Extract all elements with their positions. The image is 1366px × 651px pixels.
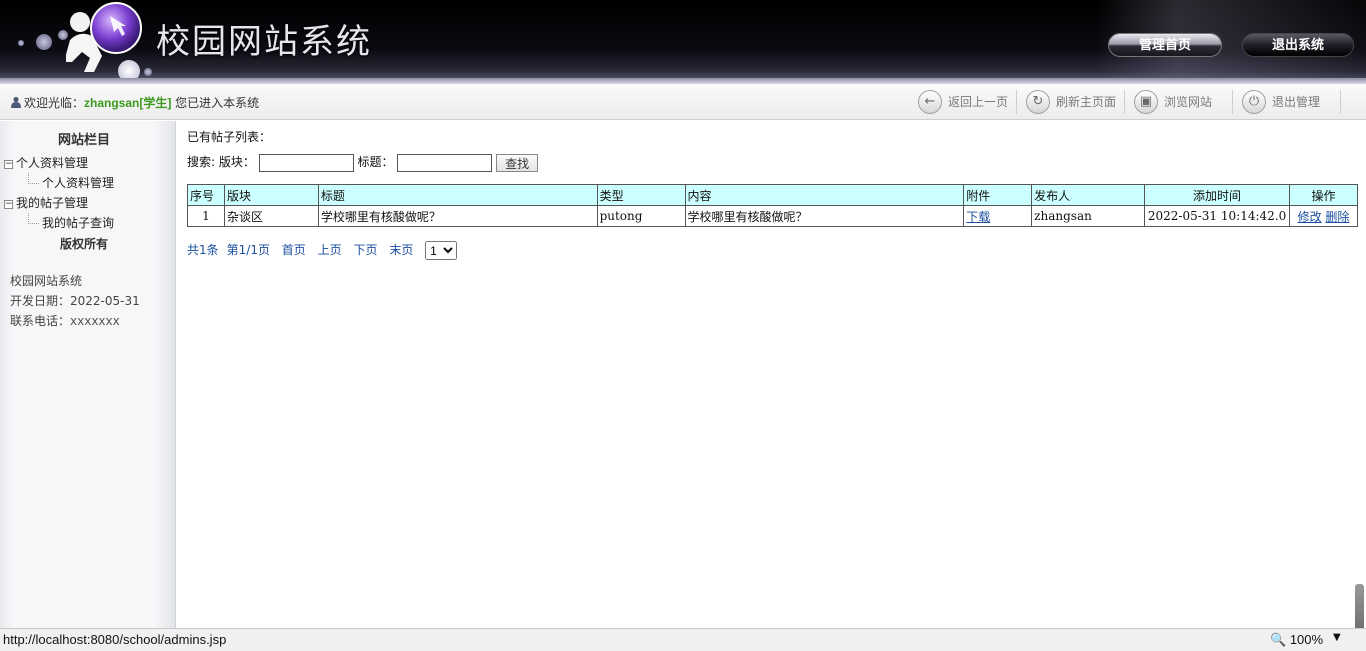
pager-page-info: 第1/1页 bbox=[226, 243, 270, 257]
cell-section: 杂谈区 bbox=[223, 205, 319, 227]
table-header-row: 序号 版块 标题 类型 内容 附件 发布人 添加时间 操作 bbox=[187, 184, 1358, 206]
zoom-value: 100% bbox=[1289, 632, 1324, 647]
power-icon: ⏻ bbox=[1242, 90, 1266, 114]
col-header-index: 序号 bbox=[187, 184, 225, 206]
col-header-attachment: 附件 bbox=[963, 184, 1033, 206]
cell-attachment: 下载 bbox=[963, 205, 1033, 227]
pager-total: 共1条 bbox=[187, 243, 219, 257]
cell-actions: 修改 删除 bbox=[1289, 205, 1358, 227]
arrow-left-icon: ← bbox=[918, 90, 942, 114]
search-button[interactable]: 查找 bbox=[496, 153, 539, 172]
table-row: 1 杂谈区 学校哪里有核酸做呢？ putong 学校哪里有核酸做呢？ 下载 zh… bbox=[187, 205, 1358, 227]
divider bbox=[1124, 90, 1125, 114]
sidebar-item-label[interactable]: 个人资料管理 bbox=[42, 176, 114, 190]
collapse-icon[interactable]: − bbox=[4, 200, 13, 209]
logo-icon bbox=[66, 2, 142, 72]
refresh-label: 刷新主页面 bbox=[1056, 95, 1117, 109]
current-user: zhangsan[学生] bbox=[84, 96, 172, 110]
search-section-label: 搜索: 版块： bbox=[187, 155, 255, 169]
page-title: 已有帖子列表： bbox=[187, 130, 272, 144]
sidebar-title: 网站栏目 bbox=[57, 133, 110, 148]
tree-group-posts[interactable]: − 我的帖子管理 bbox=[4, 193, 114, 213]
search-form: 搜索: 版块： 标题： 查找 bbox=[187, 153, 539, 172]
col-header-type: 类型 bbox=[596, 184, 686, 206]
col-header-actions: 操作 bbox=[1289, 184, 1358, 206]
phone-row: 联系电话：xxxxxxx bbox=[10, 311, 140, 331]
copyright-title: 版权所有 bbox=[59, 237, 108, 251]
tree-group-label[interactable]: 个人资料管理 bbox=[16, 156, 88, 170]
divider bbox=[1340, 90, 1341, 114]
welcome-prefix: 欢迎光临： bbox=[24, 96, 85, 110]
browse-label: 浏览网站 bbox=[1164, 95, 1213, 109]
sidebar-item-label[interactable]: 我的帖子查询 bbox=[42, 216, 114, 230]
pager-last-link[interactable]: 末页 bbox=[389, 243, 413, 257]
phone-label: 联系电话： bbox=[10, 314, 71, 328]
col-header-content: 内容 bbox=[684, 184, 965, 206]
posts-table: 序号 版块 标题 类型 内容 附件 发布人 添加时间 操作 1 杂谈区 学校哪里… bbox=[187, 184, 1358, 227]
sidebar: 网站栏目 − 个人资料管理 个人资料管理 − 我的帖子管理 我的帖子查询 版权所有 … bbox=[0, 121, 176, 628]
nav-tree: − 个人资料管理 个人资料管理 − 我的帖子管理 我的帖子查询 bbox=[4, 153, 114, 233]
download-link[interactable]: 下载 bbox=[966, 210, 990, 224]
col-header-section: 版块 bbox=[223, 184, 319, 206]
site-header: 校园网站系统 管理首页 退出系统 bbox=[0, 0, 1366, 84]
cell-index: 1 bbox=[187, 205, 225, 227]
chevron-down-icon[interactable]: ▼ bbox=[1333, 632, 1341, 643]
cell-title: 学校哪里有核酸做呢？ bbox=[317, 205, 598, 227]
toolbar: 欢迎光临：zhangsan[学生] 您已进入本系统 ← 返回上一页 ↻ 刷新主页… bbox=[0, 84, 1366, 120]
pagination: 共1条 第1/1页 首页 上页 下页 末页 1 bbox=[187, 241, 458, 260]
admin-home-button[interactable]: 管理首页 bbox=[1108, 33, 1222, 57]
system-name: 校园网站系统 bbox=[10, 274, 83, 288]
dev-date-label: 开发日期： bbox=[10, 294, 71, 308]
dev-date-row: 开发日期：2022-05-31 bbox=[10, 291, 140, 311]
cell-author: zhangsan bbox=[1031, 205, 1146, 227]
col-header-time: 添加时间 bbox=[1144, 184, 1291, 206]
welcome-suffix: 您已进入本系统 bbox=[171, 96, 260, 110]
delete-link[interactable]: 删除 bbox=[1325, 210, 1349, 224]
divider bbox=[1016, 90, 1017, 114]
status-url: http://localhost:8080/school/admins.jsp bbox=[3, 632, 227, 647]
user-icon bbox=[11, 96, 21, 108]
logout-system-button[interactable]: 退出系统 bbox=[1242, 33, 1354, 57]
bookmark-icon: ▣ bbox=[1134, 90, 1158, 114]
cell-time: 2022-05-31 10:14:42.0 bbox=[1144, 205, 1291, 227]
tree-group-label[interactable]: 我的帖子管理 bbox=[16, 196, 88, 210]
pager-prev-link[interactable]: 上页 bbox=[318, 243, 342, 257]
sidebar-item-post-query[interactable]: 我的帖子查询 bbox=[4, 213, 114, 233]
page-select[interactable]: 1 bbox=[425, 241, 458, 260]
divider bbox=[1232, 90, 1233, 114]
search-title-label: 标题： bbox=[357, 155, 394, 169]
title-search-input[interactable] bbox=[397, 153, 493, 172]
system-info: 校园网站系统 开发日期：2022-05-31 联系电话：xxxxxxx bbox=[10, 271, 140, 331]
edit-link[interactable]: 修改 bbox=[1298, 210, 1322, 224]
cell-content: 学校哪里有核酸做呢？ bbox=[684, 205, 965, 227]
cell-type: putong bbox=[596, 205, 686, 227]
pager-first-link[interactable]: 首页 bbox=[282, 243, 306, 257]
zoom-icon: 🔍 bbox=[1270, 632, 1287, 647]
dev-date: 2022-05-31 bbox=[70, 294, 140, 308]
section-search-input[interactable] bbox=[258, 153, 354, 172]
collapse-icon[interactable]: − bbox=[4, 160, 13, 169]
tree-group-profile[interactable]: − 个人资料管理 bbox=[4, 153, 114, 173]
sidebar-item-profile[interactable]: 个人资料管理 bbox=[4, 173, 114, 193]
back-label: 返回上一页 bbox=[948, 95, 1009, 109]
pager-next-link[interactable]: 下页 bbox=[353, 243, 377, 257]
welcome-message: 欢迎光临：zhangsan[学生] 您已进入本系统 bbox=[10, 94, 259, 111]
exit-label: 退出管理 bbox=[1272, 95, 1321, 109]
site-title: 校园网站系统 bbox=[156, 22, 372, 62]
refresh-icon: ↻ bbox=[1026, 90, 1050, 114]
col-header-title: 标题 bbox=[317, 184, 598, 206]
main-content: 已有帖子列表： 搜索: 版块： 标题： 查找 序号 版块 标题 类型 内容 附件… bbox=[177, 121, 1366, 628]
status-bar: http://localhost:8080/school/admins.jsp … bbox=[0, 628, 1366, 651]
col-header-author: 发布人 bbox=[1031, 184, 1146, 206]
zoom-level[interactable]: 🔍 100% bbox=[1270, 632, 1323, 648]
phone: xxxxxxx bbox=[70, 314, 120, 328]
